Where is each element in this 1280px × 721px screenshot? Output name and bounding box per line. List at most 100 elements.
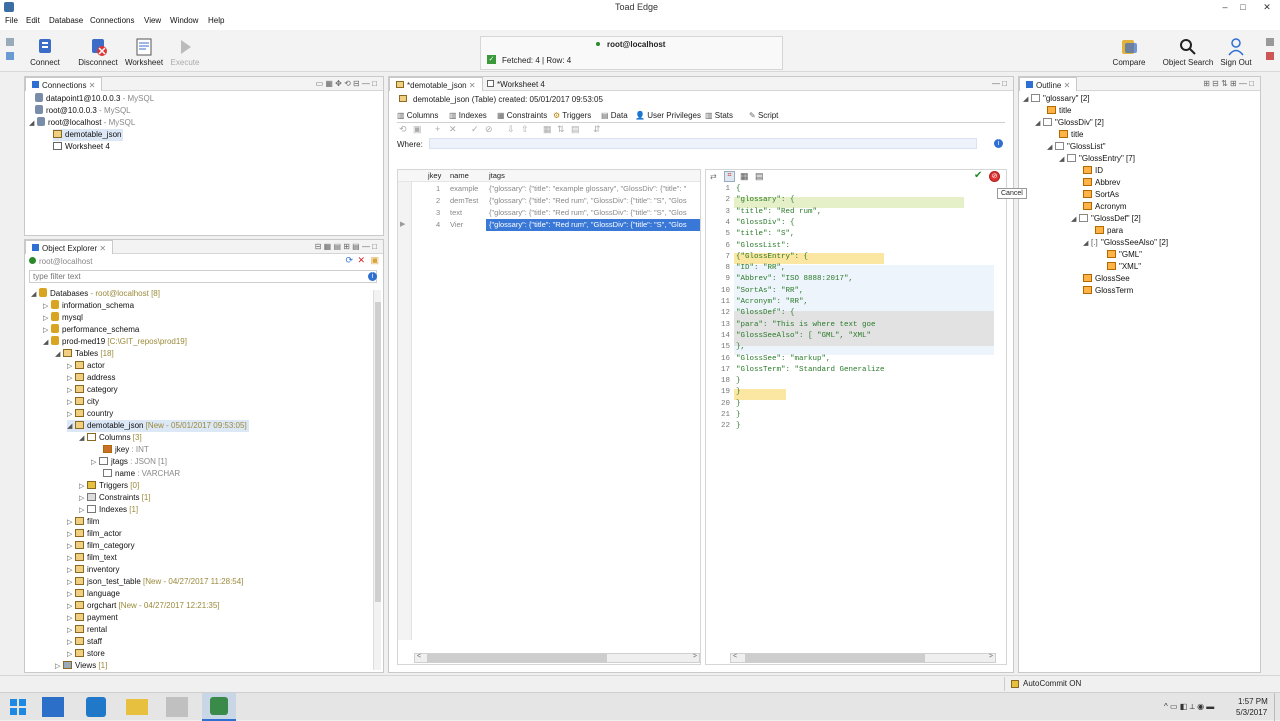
- outline-node[interactable]: title: [1059, 129, 1083, 141]
- powershell-app-icon[interactable]: [86, 697, 106, 717]
- sign-out-button[interactable]: Sign Out: [1214, 30, 1258, 72]
- show-desktop[interactable]: [1274, 693, 1280, 721]
- format-icon[interactable]: ⇄: [710, 172, 717, 181]
- folder-app-icon[interactable]: [126, 699, 148, 715]
- tree-table[interactable]: ▷ language: [67, 588, 120, 600]
- apply-check-icon[interactable]: ✔: [974, 170, 982, 181]
- tab-object-explorer[interactable]: Object Explorer ✕: [25, 240, 114, 254]
- subtab-stats[interactable]: ▥ Stats: [705, 111, 733, 120]
- import-icon[interactable]: ⇩: [507, 124, 515, 135]
- outline-node[interactable]: ◢ "glossary" [2]: [1023, 93, 1090, 105]
- connection-child-demotable[interactable]: demotable_json: [53, 129, 124, 141]
- tree-column-jkey[interactable]: jkey : INT: [103, 444, 149, 456]
- tree-table-orgchart[interactable]: ▷ orgchart [New - 04/27/2017 12:21:35]: [67, 600, 220, 612]
- toad-edge-taskbar-button[interactable]: [202, 693, 236, 721]
- subtab-script[interactable]: ✎ Script: [749, 111, 778, 120]
- menu-database[interactable]: Database: [49, 16, 83, 25]
- tree-table[interactable]: ▷ film_text: [67, 552, 117, 564]
- connection-item[interactable]: datapoint1@10.0.0.3 - MySQL: [35, 93, 154, 105]
- connect-button[interactable]: Connect: [20, 30, 70, 72]
- stop-icon[interactable]: ▣: [413, 124, 422, 135]
- tree-constraints[interactable]: ▷ Constraints [1]: [79, 492, 151, 504]
- tree-tables[interactable]: ◢ Tables [18]: [55, 348, 114, 360]
- panel-controls[interactable]: — □: [992, 79, 1007, 88]
- tree-schema[interactable]: ▷ performance_schema: [43, 324, 139, 336]
- tree-table[interactable]: ▷ address: [67, 372, 115, 384]
- tree-schema[interactable]: ▷ information_schema: [43, 300, 134, 312]
- col-header-name[interactable]: name: [450, 170, 469, 182]
- outline-node[interactable]: ◢ "GlossList": [1047, 141, 1106, 153]
- outline-node[interactable]: title: [1047, 105, 1071, 117]
- commit-icon[interactable]: ✓: [471, 124, 479, 135]
- outline-node[interactable]: para: [1095, 225, 1123, 237]
- tree-table[interactable]: ▷ staff: [67, 636, 102, 648]
- clock-date[interactable]: 5/3/2017: [1236, 708, 1267, 717]
- compare-button[interactable]: Compare: [1104, 30, 1154, 72]
- menu-view[interactable]: View: [144, 16, 161, 25]
- outline-node[interactable]: ◢ "GlossDiv" [2]: [1035, 117, 1104, 129]
- menu-window[interactable]: Window: [170, 16, 198, 25]
- sort-icon[interactable]: ⇵: [593, 124, 601, 135]
- tab-demotable-json[interactable]: *demotable_json ✕: [389, 77, 483, 91]
- tools-app-icon[interactable]: [166, 697, 188, 717]
- table-row[interactable]: 1 example {"glossary": {"title": "exampl…: [398, 183, 700, 195]
- outline-node[interactable]: GlossTerm: [1083, 285, 1133, 297]
- refresh-icon[interactable]: ⟲: [399, 124, 407, 135]
- col-header-jtags[interactable]: jtags: [489, 170, 505, 182]
- outline-node[interactable]: SortAs: [1083, 189, 1119, 201]
- tree-table[interactable]: ▷ film: [67, 516, 99, 528]
- col-header-jkey[interactable]: jkey: [428, 170, 441, 182]
- filter-input[interactable]: [29, 270, 377, 283]
- tree-column-name[interactable]: name : VARCHAR: [103, 468, 180, 480]
- grid-hscrollbar[interactable]: < >: [414, 653, 700, 663]
- clock-time[interactable]: 1:57 PM: [1238, 697, 1268, 706]
- table-row[interactable]: 2 demTest {"glossary": {"title": "Red ru…: [398, 195, 700, 207]
- subtab-constraints[interactable]: ▦ Constraints: [497, 111, 547, 120]
- where-input[interactable]: [429, 138, 977, 149]
- tree-table[interactable]: ▷ inventory: [67, 564, 119, 576]
- panel-controls[interactable]: ⊞ ⊟ ⇅ ⊞ — □: [1203, 79, 1254, 88]
- minimize-icon[interactable]: –: [1216, 0, 1234, 14]
- outline-node[interactable]: "GML": [1107, 249, 1142, 261]
- refresh-icon[interactable]: ⟳: [345, 255, 353, 266]
- table-row[interactable]: 3 text {"glossary": {"title": "Red rum",…: [398, 207, 700, 219]
- panel-controls[interactable]: ▭ ▦ ✥ ⟲ ⊟ — □: [316, 79, 377, 88]
- tree-table[interactable]: ▷ store: [67, 648, 105, 660]
- subtab-indexes[interactable]: ▥ Indexes: [449, 111, 487, 120]
- layout-icon[interactable]: ▤: [571, 124, 580, 135]
- delete-row-icon[interactable]: ✕: [449, 124, 457, 135]
- tree-table[interactable]: ▷ city: [67, 396, 99, 408]
- grid-view-icon[interactable]: ▦: [740, 171, 749, 182]
- tree-table[interactable]: ▷ rental: [67, 624, 107, 636]
- json-hscrollbar[interactable]: < >: [730, 653, 996, 663]
- subtab-data[interactable]: ▤ Data: [601, 111, 628, 120]
- tree-table[interactable]: ▷ country: [67, 408, 113, 420]
- outline-node[interactable]: GlossSee: [1083, 273, 1130, 285]
- grid-icon[interactable]: ▦: [543, 124, 552, 135]
- windows-start-icon[interactable]: [10, 699, 26, 715]
- object-search-button[interactable]: Object Search: [1160, 30, 1216, 72]
- autocommit-status[interactable]: AutoCommit ON: [1004, 677, 1124, 691]
- execute-button[interactable]: Execute: [160, 30, 210, 72]
- connection-item[interactable]: ◢ root@localhost - MySQL: [29, 117, 135, 129]
- tree-columns[interactable]: ◢ Columns [3]: [79, 432, 142, 444]
- tab-connections[interactable]: Connections ✕: [25, 77, 103, 91]
- tree-view-icon[interactable]: ⌗: [724, 171, 735, 182]
- json-code[interactable]: 1{2 "glossary": {3 "title": "Red rum", 4 …: [706, 184, 996, 444]
- delete-icon[interactable]: ✕: [357, 255, 365, 266]
- table-row-selected[interactable]: ▶ 4 Vier {"glossary": {"title": "Red rum…: [398, 219, 700, 231]
- subtab-triggers[interactable]: ⚙ Triggers: [553, 111, 591, 120]
- filter-icon[interactable]: ⇅: [557, 124, 565, 135]
- text-view-icon[interactable]: ▤: [755, 171, 764, 182]
- menu-file[interactable]: File: [5, 16, 18, 25]
- maximize-icon[interactable]: □: [1234, 0, 1252, 14]
- panel-controls[interactable]: ⊟ ▦ ▤ ⊞ ▤ — □: [315, 242, 377, 251]
- tree-table[interactable]: ▷ film_actor: [67, 528, 122, 540]
- outline-node[interactable]: "XML": [1107, 261, 1141, 273]
- tree-databases[interactable]: ◢ Databases - root@localhost [8]: [31, 288, 160, 300]
- explorer-app-icon[interactable]: [42, 697, 64, 717]
- tree-table-demotable[interactable]: ◢ demotable_json [New - 05/01/2017 09:53:…: [67, 420, 249, 432]
- new-icon[interactable]: ▣: [370, 255, 379, 266]
- close-icon[interactable]: ✕: [1258, 0, 1276, 14]
- menu-connections[interactable]: Connections: [90, 16, 134, 25]
